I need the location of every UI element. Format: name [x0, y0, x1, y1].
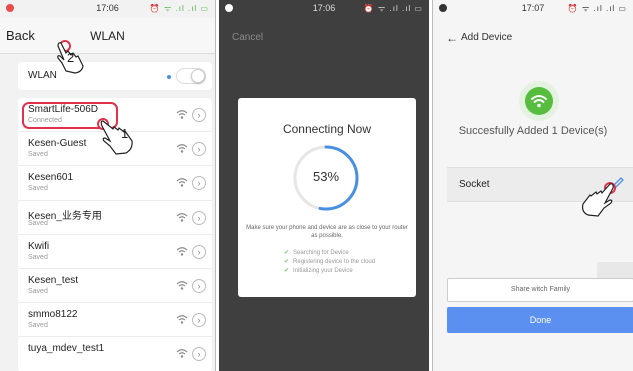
network-details-button[interactable]: › — [192, 210, 206, 225]
wifi-network-row[interactable]: smmo8122 Saved › — [18, 303, 212, 338]
network-details-button[interactable]: › — [192, 278, 206, 293]
toggle-knob — [191, 69, 205, 83]
check-icon: ✔ — [284, 259, 290, 265]
add-device-screen: 17:07 ⏰ ᯤ .ıl .ıl ▭ ← Add Device Succesf… — [432, 0, 633, 371]
network-name: smmo8122 — [28, 309, 78, 321]
wifi-signal-icon — [176, 110, 188, 119]
status-icons: ⏰ ᯤ .ıl .ıl ▭ — [567, 4, 627, 13]
back-arrow-icon[interactable]: ← — [446, 31, 458, 45]
wifi-network-row[interactable]: Kesen_业务专用 Saved › — [18, 201, 212, 235]
share-with-family-button[interactable]: Share witch Family — [447, 278, 633, 302]
network-status: Saved — [28, 253, 48, 261]
wifi-signal-icon — [176, 281, 188, 290]
network-name: Kesen601 — [28, 172, 74, 184]
network-details-button[interactable]: › — [192, 108, 206, 122]
network-status: Saved — [28, 185, 48, 193]
wifi-network-row[interactable]: Kesen_test Saved › — [18, 269, 212, 304]
connecting-dialog: Connecting Now 53% Make sure your phone … — [238, 98, 416, 297]
progress-ring: 53% — [291, 143, 361, 213]
step-number-2: 2 — [67, 50, 75, 65]
step-label: Initializing your Device — [293, 268, 353, 274]
status-bar: 17:07 ⏰ ᯤ .ıl .ıl ▭ — [433, 0, 633, 17]
connection-step: ✔ Searching for Device — [284, 249, 375, 258]
hand-pointer-icon — [581, 183, 614, 217]
wifi-signal-icon — [176, 178, 188, 188]
network-details-button[interactable]: › — [192, 142, 206, 157]
wifi-network-row[interactable]: Kesen601 Saved › — [18, 166, 212, 201]
status-bar: 17:06 ⏰ ᯤ .ıl .ıl ▭ — [0, 0, 215, 17]
network-name: Kesen-Guest — [28, 138, 87, 150]
wifi-signal-icon — [176, 315, 188, 324]
proximity-hint: Make sure your phone and device are as c… — [246, 225, 408, 239]
connection-step: ✔ Registering device to the cloud — [284, 258, 375, 267]
connection-step: ✔ Initializing your Device — [284, 267, 375, 276]
wlan-settings-screen: 17:06 ⏰ ᯤ .ıl .ıl ▭ Back WLAN WLAN Smart… — [0, 0, 216, 371]
hand-pointer-icon — [100, 120, 133, 155]
wifi-success-icon — [519, 81, 559, 121]
device-name: Socket — [459, 179, 490, 190]
success-message: Succesfully Added 1 Device(s) — [458, 125, 608, 137]
network-status: Saved — [28, 287, 48, 295]
cancel-button[interactable]: Cancel — [232, 32, 263, 43]
step-label: Searching for Device — [293, 250, 349, 256]
done-button[interactable]: Done — [447, 307, 633, 333]
wifi-network-row[interactable]: Kwifi Saved › — [18, 235, 212, 269]
progress-percent: 53% — [312, 169, 340, 184]
wifi-signal-icon — [176, 144, 188, 153]
connecting-screen: 17:06 ⏰ ᯤ .ıl .ıl ▭ Cancel Connecting No… — [219, 0, 429, 371]
network-details-button[interactable]: › — [192, 176, 206, 191]
nav-bar: Back WLAN — [0, 18, 215, 54]
status-icons: ⏰ ᯤ .ıl .ıl ▭ — [363, 4, 423, 13]
network-name: Kesen_test — [28, 274, 79, 286]
toggle-indicator-icon — [167, 75, 171, 79]
network-status: Saved — [28, 219, 48, 227]
step-label: Registering device to the cloud — [293, 259, 376, 265]
page-title: Add Device — [461, 32, 513, 43]
check-icon: ✔ — [284, 250, 290, 256]
background-block — [597, 262, 633, 278]
network-name: Kwifi — [28, 240, 50, 252]
wifi-signal-icon — [176, 349, 188, 359]
status-icons: ⏰ ᯤ .ıl .ıl ▭ — [149, 4, 209, 13]
network-status: Saved — [28, 151, 48, 159]
wifi-network-row[interactable]: tuya_mdev_test1 › — [18, 337, 212, 371]
step-number-1: 1 — [121, 126, 129, 141]
network-details-button[interactable]: › — [192, 347, 206, 362]
network-status: Saved — [28, 322, 48, 330]
connection-steps: ✔ Searching for Device ✔ Registering device… — [284, 249, 375, 276]
network-name: tuya_mdev_test1 — [28, 343, 105, 355]
wifi-signal-icon — [176, 212, 188, 222]
network-details-button[interactable]: › — [192, 313, 206, 328]
check-icon: ✔ — [284, 268, 290, 274]
page-title: WLAN — [90, 29, 125, 43]
network-details-button[interactable]: › — [192, 244, 206, 259]
wifi-signal-icon — [176, 246, 188, 256]
status-bar: 17:06 ⏰ ᯤ .ıl .ıl ▭ — [219, 0, 429, 17]
wlan-toggle[interactable] — [167, 68, 206, 84]
wlan-toggle-row: WLAN — [18, 62, 212, 90]
dialog-title: Connecting Now — [282, 122, 372, 136]
wifi-icon — [531, 95, 547, 108]
